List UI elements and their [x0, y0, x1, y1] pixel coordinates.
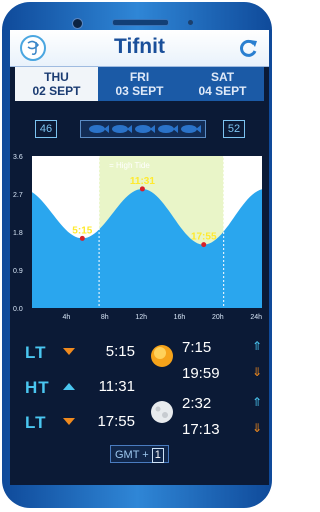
gmt-offset-control[interactable]: GMT +1: [110, 445, 169, 463]
sunset-row: 19:59 ⇓: [142, 360, 267, 388]
fish-activity-bar: [80, 120, 206, 138]
tide-type: LT: [25, 343, 47, 362]
tide-point-label: 17:55: [191, 232, 217, 243]
tide-extreme-point: [79, 235, 85, 241]
tide-row: HT 11:31: [15, 371, 140, 407]
set-arrow-icon: ⇓: [251, 365, 262, 379]
fish-icon: [89, 125, 109, 133]
tab-day: FRI: [129, 70, 150, 84]
moonrise-row: 2:32 ⇑: [142, 390, 267, 418]
falling-arrow-icon: [63, 418, 75, 425]
app-title: Tifnit: [114, 35, 165, 58]
tab-sat[interactable]: SAT 04 SEPT: [181, 67, 264, 101]
tide-time: 17:55: [97, 413, 135, 430]
tab-thu[interactable]: THU 02 SEPT: [15, 67, 98, 101]
refresh-icon[interactable]: [237, 37, 259, 59]
x-tick-label: 16h: [174, 314, 186, 321]
gmt-label: GMT +: [115, 449, 149, 461]
sunrise-row: 7:15 ⇑: [142, 334, 267, 362]
fish-icon: [158, 125, 178, 133]
set-arrow-icon: ⇓: [251, 421, 262, 435]
moonset-time: 17:13: [182, 421, 220, 438]
y-tick-label: 3.6: [13, 154, 23, 161]
tab-date: 02 SEPT: [32, 84, 81, 98]
proximity-sensor: [188, 20, 193, 25]
fish-icon: [112, 125, 132, 133]
tab-fri[interactable]: FRI 03 SEPT: [98, 67, 181, 101]
activity-left-value: 46: [35, 120, 57, 138]
y-tick-label: 0.9: [13, 268, 23, 275]
tide-chart-svg: = High Tide 0.0 0.9 1.8 2.7 3.6 4h 8h 12h 16h 20h 2…: [13, 154, 262, 321]
x-tick-label: 24h: [250, 314, 262, 321]
moonset-row: 17:13 ⇓: [142, 416, 267, 444]
front-camera: [72, 18, 83, 29]
day-tabs: THU 02 SEPT FRI 03 SEPT SAT 04 SEPT: [15, 67, 264, 101]
x-tick-label: 4h: [63, 314, 71, 321]
y-tick-label: 2.7: [13, 192, 23, 199]
activity-right-value: 52: [223, 120, 245, 138]
rising-arrow-icon: [63, 383, 75, 390]
tide-type: HT: [25, 378, 50, 397]
tab-day: SAT: [210, 70, 235, 84]
sun-moon-panel: 7:15 ⇑ 19:59 ⇓ 2:32 ⇑ 17:13 ⇓: [142, 330, 267, 444]
high-tide-legend: = High Tide: [109, 161, 150, 170]
moonrise-time: 2:32: [182, 395, 212, 412]
fish-icon: [181, 125, 201, 133]
y-tick-label: 0.0: [13, 306, 23, 313]
tab-date: 03 SEPT: [115, 84, 164, 98]
tide-type: LT: [25, 413, 47, 432]
x-tick-label: 12h: [135, 314, 147, 321]
x-tick-label: 8h: [101, 314, 109, 321]
sunset-time: 19:59: [182, 365, 220, 382]
tab-day: THU: [44, 70, 69, 84]
app-header: Tifnit: [10, 30, 269, 67]
tide-extreme-point: [201, 242, 207, 248]
gmt-value: 1: [151, 448, 164, 463]
tide-row: LT 5:15: [15, 336, 140, 372]
earpiece-speaker: [112, 19, 169, 26]
tide-row: LT 17:55: [15, 406, 140, 442]
rise-arrow-icon: ⇑: [251, 339, 262, 353]
fishing-activity-row: 46 52: [10, 110, 269, 140]
fish-icon: [135, 125, 155, 133]
tide-point-label: 5:15: [72, 225, 92, 236]
tide-extreme-point: [139, 186, 145, 192]
phone-frame: Tifnit THU 02 SEPT FRI 03 SEPT SAT 04 SE…: [2, 2, 272, 508]
tab-date: 04 SEPT: [198, 84, 247, 98]
tide-time: 5:15: [105, 343, 135, 360]
tide-time: 11:31: [98, 378, 135, 395]
y-tick-label: 1.8: [13, 230, 23, 237]
x-tick-label: 20h: [212, 314, 224, 321]
falling-arrow-icon: [63, 348, 75, 355]
sunrise-time: 7:15: [182, 339, 212, 356]
rise-arrow-icon: ⇑: [251, 395, 262, 409]
tide-point-label: 11:31: [130, 176, 155, 187]
tide-chart: = High Tide 0.0 0.9 1.8 2.7 3.6 4h 8h 12h 16h 20h 2…: [10, 150, 269, 325]
app-screen: Tifnit THU 02 SEPT FRI 03 SEPT SAT 04 SE…: [10, 30, 269, 485]
